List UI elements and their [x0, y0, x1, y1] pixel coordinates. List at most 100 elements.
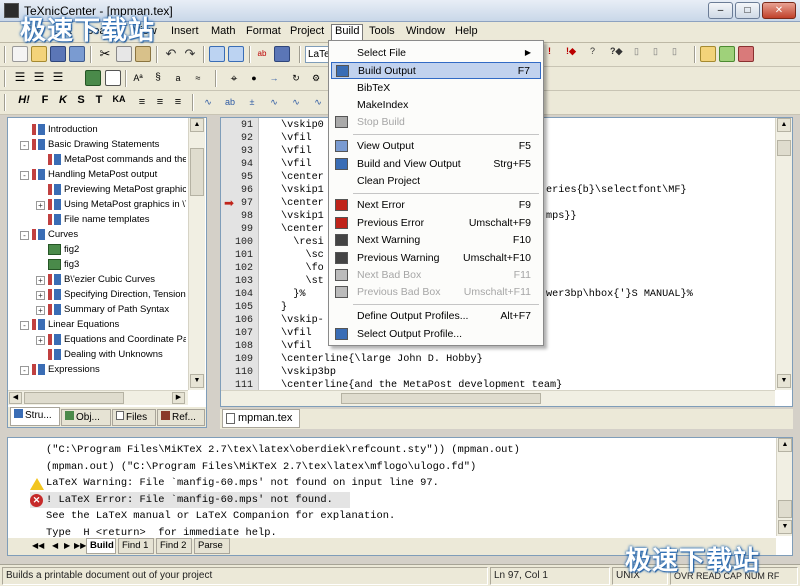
tree-horizontal-scrollbar[interactable]: ◀ ▶: [8, 390, 188, 405]
bold-format-button[interactable]: F: [37, 94, 53, 106]
tree-item[interactable]: Introduction: [20, 123, 186, 138]
menu-item-select-file[interactable]: Select File ▶: [331, 45, 541, 62]
undo-icon[interactable]: ↶: [163, 46, 179, 62]
tab-mpman-tex[interactable]: mpman.tex: [222, 409, 300, 428]
project-icon[interactable]: [274, 46, 290, 62]
align-left-icon[interactable]: ≡: [134, 94, 150, 110]
tab-objects[interactable]: Obj...: [61, 409, 111, 426]
superscript-icon[interactable]: Aª: [130, 70, 146, 86]
bookmark-icon[interactable]: ●: [246, 70, 262, 86]
menu-item-build-and-view-output[interactable]: Build and View Output Strg+F5: [331, 156, 541, 173]
hscroll-thumb[interactable]: [24, 392, 124, 404]
tree-item[interactable]: - Handling MetaPost output: [20, 168, 186, 183]
output-profile-combo[interactable]: LaTe: [305, 46, 330, 63]
expand-node-icon[interactable]: +: [36, 291, 45, 300]
collapse-node-icon[interactable]: -: [20, 231, 29, 240]
description-icon[interactable]: ☰: [50, 70, 66, 86]
enumerate-icon[interactable]: ☰: [31, 70, 47, 86]
tree-item[interactable]: - Curves: [20, 228, 186, 243]
last-tab-icon[interactable]: ▶▶: [74, 541, 86, 550]
menu-item-next-warning[interactable]: Next Warning F10: [331, 232, 541, 249]
scroll-thumb[interactable]: [778, 500, 792, 518]
bad-box-icon[interactable]: ▯: [634, 46, 650, 62]
scroll-up-icon[interactable]: ▲: [777, 118, 791, 132]
menu-item-clean-project[interactable]: Clean Project: [331, 173, 541, 190]
tree-item[interactable]: - Basic Drawing Statements: [20, 138, 186, 153]
math-superscript-icon[interactable]: ∿: [310, 94, 326, 110]
refresh-icon[interactable]: ↻: [288, 70, 304, 86]
menu-item-bibtex[interactable]: BibTeX: [331, 80, 541, 97]
redo-icon[interactable]: ↷: [182, 46, 198, 62]
menu-item-next-error[interactable]: Next Error F9: [331, 197, 541, 214]
itemize-icon[interactable]: ☰: [12, 70, 28, 86]
maximize-button[interactable]: □: [735, 2, 760, 19]
menu-insert[interactable]: Insert: [168, 25, 202, 40]
smallcaps-format-button[interactable]: KA: [109, 94, 129, 104]
sectioning-icon[interactable]: §: [150, 70, 166, 86]
spell-check-icon[interactable]: ab: [254, 46, 270, 62]
scroll-down-icon[interactable]: ▼: [778, 520, 792, 534]
toggle-navigator-icon[interactable]: [209, 46, 225, 62]
tree-item[interactable]: - Expressions: [20, 363, 186, 378]
open-project-icon[interactable]: [700, 46, 716, 62]
expand-node-icon[interactable]: +: [36, 336, 45, 345]
menu-project[interactable]: Project: [287, 25, 327, 40]
tab-references[interactable]: Ref...: [157, 409, 205, 426]
hscroll-thumb[interactable]: [341, 393, 541, 404]
heading-format-button[interactable]: H!: [16, 94, 32, 106]
menu-window[interactable]: Window: [403, 25, 448, 40]
accent-icon[interactable]: a: [170, 70, 186, 86]
tree-item[interactable]: Previewing MetaPost graphics: [36, 183, 186, 198]
figure-icon[interactable]: [85, 70, 101, 86]
math-equation-icon[interactable]: ±: [244, 94, 260, 110]
tree-item[interactable]: - Linear Equations: [20, 318, 186, 333]
goto-icon[interactable]: →: [266, 70, 282, 86]
align-right-icon[interactable]: ≡: [170, 94, 186, 110]
prev-bad-box-icon[interactable]: ▯: [653, 46, 669, 62]
menu-item-makeindex[interactable]: MakeIndex: [331, 97, 541, 114]
menu-item-previous-warning[interactable]: Previous Warning Umschalt+F10: [331, 250, 541, 267]
paste-icon[interactable]: [135, 46, 151, 62]
tree-item[interactable]: + Summary of Path Syntax: [36, 303, 186, 318]
tab-parse[interactable]: Parse: [194, 538, 230, 554]
scroll-thumb[interactable]: [777, 140, 791, 156]
menu-format[interactable]: Format: [243, 25, 284, 40]
math-display-icon[interactable]: ab: [222, 94, 238, 110]
collapse-node-icon[interactable]: -: [20, 321, 29, 330]
align-center-icon[interactable]: ≡: [152, 94, 168, 110]
tree-item[interactable]: fig2: [36, 243, 186, 258]
table-icon[interactable]: [105, 70, 121, 86]
minimize-button[interactable]: –: [708, 2, 733, 19]
save-icon[interactable]: [50, 46, 66, 62]
expand-node-icon[interactable]: +: [36, 201, 45, 210]
new-file-icon[interactable]: [12, 46, 28, 62]
menu-math[interactable]: Math: [208, 25, 238, 40]
output-vertical-scrollbar[interactable]: ▲ ▼: [776, 438, 792, 536]
output-line[interactable]: LaTeX Warning: File `manfig-60.mps' not …: [46, 477, 439, 489]
next-bad-box-icon[interactable]: ▯: [672, 46, 688, 62]
menu-item-select-output-profile[interactable]: Select Output Profile...: [331, 326, 541, 343]
prev-warning2-icon[interactable]: ?◆: [610, 46, 626, 62]
tab-structure[interactable]: Stru...: [10, 407, 60, 426]
menu-item-build-output[interactable]: Build Output F7: [331, 62, 541, 79]
symbol-icon[interactable]: ≈: [190, 70, 206, 86]
output-line[interactable]: ("C:\Program Files\MiKTeX 2.7\tex\latex\…: [46, 444, 520, 456]
menu-tools[interactable]: Tools: [366, 25, 398, 40]
editor-horizontal-scrollbar[interactable]: [221, 390, 775, 406]
output-line[interactable]: ! LaTeX Error: File `manfig-60.mps' not …: [46, 494, 333, 506]
editor-vertical-scrollbar[interactable]: ▲ ▼: [775, 118, 792, 390]
copy-icon[interactable]: [116, 46, 132, 62]
find-icon[interactable]: ⌖: [226, 70, 242, 86]
tree-vertical-scrollbar[interactable]: ▲ ▼: [188, 118, 205, 390]
menu-help[interactable]: Help: [452, 25, 481, 40]
menu-item-view-output[interactable]: View Output F5: [331, 138, 541, 155]
italic-format-button[interactable]: K: [55, 94, 71, 106]
menu-item-previous-error[interactable]: Previous Error Umschalt+F9: [331, 215, 541, 232]
prev-tab-icon[interactable]: ◀: [52, 541, 58, 550]
scroll-down-icon[interactable]: ▼: [777, 374, 791, 388]
collapse-node-icon[interactable]: -: [20, 366, 29, 375]
expand-node-icon[interactable]: +: [36, 276, 45, 285]
scroll-up-icon[interactable]: ▲: [190, 118, 204, 132]
collapse-node-icon[interactable]: -: [20, 171, 29, 180]
tab-find1[interactable]: Find 1: [118, 538, 154, 554]
